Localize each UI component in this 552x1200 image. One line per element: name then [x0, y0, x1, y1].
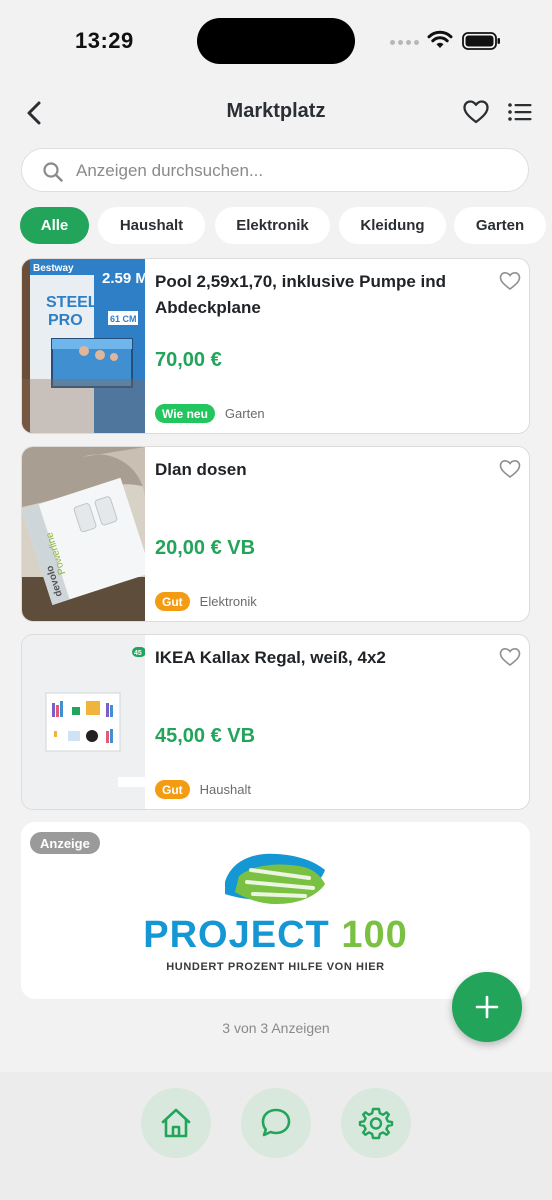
svg-text:STEEL: STEEL — [46, 294, 98, 311]
advertisement-banner[interactable]: Anzeige PROJECT 100 HUNDERT PROZENT HILF… — [21, 822, 530, 999]
nav-bar: Marktplatz — [0, 80, 552, 146]
signal-icon — [390, 40, 419, 45]
ad-label: Anzeige — [30, 832, 100, 854]
category-filter: Alle Haushalt Elektronik Kleidung Garten — [20, 207, 552, 245]
tab-bar — [0, 1072, 552, 1200]
status-bar: 13:29 — [0, 0, 552, 80]
tab-settings[interactable] — [341, 1088, 411, 1158]
favorite-heart-icon[interactable] — [499, 459, 521, 479]
listing-price: 20,00 € VB — [155, 537, 256, 559]
listing-title: Pool 2,59x1,70, inklusive Pumpe ind Abde… — [155, 272, 447, 317]
listing-category: Haushalt — [199, 782, 251, 797]
listing-image: Bestway 2.59 M STEEL PRO 61 CM — [22, 259, 145, 433]
search-icon — [43, 162, 63, 182]
listing-card[interactable]: 45 IKEA Kallax Regal, weiß, 4x2 45,00 € … — [21, 634, 530, 810]
chat-icon — [261, 1108, 291, 1137]
dynamic-island — [197, 18, 355, 64]
ad-title: PROJECT 100 — [21, 914, 530, 957]
ad-tagline: HUNDERT PROZENT HILFE VON HIER — [166, 961, 385, 973]
chip-garten[interactable]: Garten — [454, 207, 546, 244]
listing-image: 45 — [22, 635, 145, 809]
chip-elektronik[interactable]: Elektronik — [215, 207, 330, 244]
search-bar — [21, 148, 529, 193]
listing-category: Garten — [224, 406, 265, 421]
status-time: 13:29 — [75, 28, 134, 53]
heart-icon[interactable] — [462, 99, 490, 125]
listing-image: Powerline devolo — [22, 447, 145, 621]
listing-card[interactable]: Bestway 2.59 M STEEL PRO 61 CM Pool 2,59… — [21, 258, 530, 434]
project100-logo-icon — [225, 853, 325, 904]
svg-text:Bestway: Bestway — [33, 263, 74, 274]
chip-alle[interactable]: Alle — [20, 207, 89, 244]
listing-title: IKEA Kallax Regal, weiß, 4x2 — [155, 648, 386, 667]
chip-kleidung[interactable]: Kleidung — [339, 207, 446, 244]
listing-price: 70,00 € — [155, 349, 222, 371]
tab-home[interactable] — [141, 1088, 211, 1158]
favorite-heart-icon[interactable] — [499, 647, 521, 667]
listing-category: Elektronik — [199, 594, 257, 609]
svg-text:PRO: PRO — [48, 312, 83, 329]
favorite-heart-icon[interactable] — [499, 271, 521, 291]
listing-title: Dlan dosen — [155, 460, 247, 479]
condition-badge: Gut — [155, 592, 190, 611]
list-icon[interactable] — [507, 100, 533, 124]
listing-price: 45,00 € VB — [155, 725, 256, 747]
wifi-icon — [427, 30, 453, 48]
chip-haushalt[interactable]: Haushalt — [98, 207, 205, 244]
condition-badge: Gut — [155, 780, 190, 799]
gear-icon — [358, 1107, 394, 1140]
home-icon — [161, 1108, 191, 1138]
tab-chat[interactable] — [241, 1088, 311, 1158]
listing-card[interactable]: Powerline devolo Dlan dosen 20,00 € VB G… — [21, 446, 530, 622]
svg-text:2.59 M: 2.59 M — [102, 270, 145, 287]
search-input[interactable] — [74, 149, 508, 193]
battery-icon — [462, 32, 500, 50]
ad-brand-primary: PROJECT — [143, 914, 330, 956]
condition-badge: Wie neu — [155, 404, 215, 423]
svg-text:45: 45 — [134, 650, 142, 657]
result-count: 3 von 3 Anzeigen — [222, 1020, 330, 1036]
svg-text:61 CM: 61 CM — [110, 314, 137, 324]
ad-brand-number: 100 — [341, 914, 408, 956]
plus-icon — [475, 995, 499, 1019]
